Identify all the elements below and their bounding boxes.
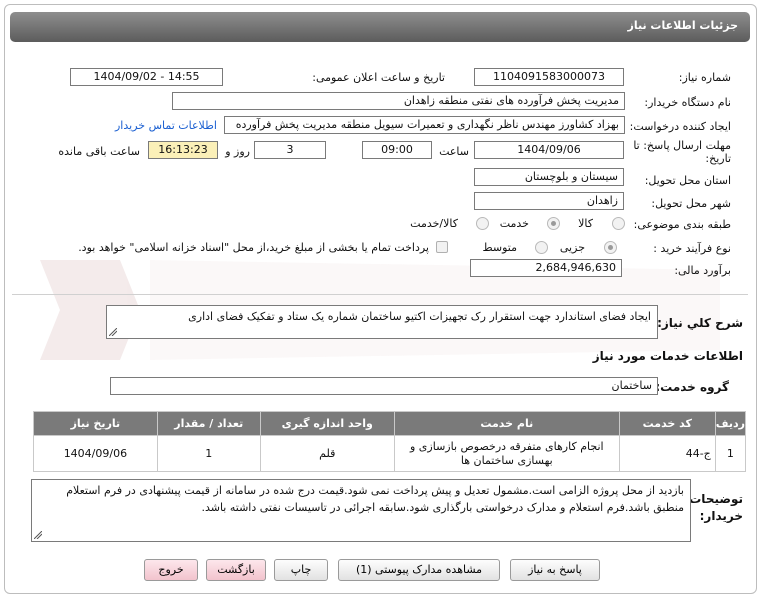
cell-row: 1 <box>714 435 747 472</box>
notes-textarea[interactable]: بازدید از محل پروژه الزامی است.مشمول تعد… <box>31 479 691 542</box>
notes-label: توضیحات <box>689 492 743 506</box>
treasury-payment-checkbox[interactable] <box>436 241 448 253</box>
process-minor-label: جزیی <box>559 241 585 254</box>
notes-label-2: خریدار: <box>699 509 743 523</box>
days-label: روز و <box>225 145 250 158</box>
summary-text: ایجاد فضای استاندارد جهت استقرار رک تجهی… <box>188 310 651 323</box>
col-row: ردیف <box>714 411 747 436</box>
buyer-contact-link[interactable]: اطلاعات تماس خریدار <box>115 119 217 132</box>
cell-quantity: 1 <box>156 435 261 472</box>
divider <box>12 294 748 295</box>
deadline-date-label: تاریخ: <box>705 152 731 165</box>
buyer-org-label: نام دستگاه خریدار: <box>644 96 731 109</box>
category-radio-goods-service[interactable] <box>476 217 489 230</box>
deadline-time-label: ساعت <box>439 145 469 158</box>
summary-label: شرح کلي نياز: <box>657 316 743 330</box>
service-group-label: گروه خدمت: <box>655 380 729 394</box>
estimate-field[interactable]: 2,684,946,630 <box>470 259 622 277</box>
need-number-field[interactable]: 1104091583000073 <box>474 68 624 86</box>
col-need-date: تاریخ نیاز <box>33 411 158 436</box>
col-service-code: کد خدمت <box>618 411 716 436</box>
summary-textarea[interactable]: ایجاد فضای استاندارد جهت استقرار رک تجهی… <box>106 305 658 339</box>
resize-grip-icon[interactable] <box>34 531 42 539</box>
cell-service-code: ج-44 <box>618 435 716 472</box>
category-label: طبقه بندی موضوعی: <box>633 218 731 231</box>
back-button[interactable]: بازگشت <box>206 559 266 581</box>
process-medium-label: متوسط <box>482 241 517 254</box>
services-table: ردیف کد خدمت نام خدمت واحد اندازه گیری ت… <box>33 411 747 472</box>
remaining-time-label: ساعت باقی مانده <box>58 145 140 158</box>
treasury-payment-note: پرداخت تمام یا بخشی از مبلغ خرید،از محل … <box>78 241 429 254</box>
process-radio-medium[interactable] <box>535 241 548 254</box>
category-service-label: خدمت <box>499 217 529 230</box>
announce-label: تاریخ و ساعت اعلان عمومی: <box>312 71 445 84</box>
exit-button[interactable]: خروج <box>144 559 198 581</box>
cell-service-name: انجام کارهای متفرقه درخصوص بازسازی و بهس… <box>393 435 620 472</box>
province-field[interactable]: سیستان و بلوچستان <box>474 168 624 186</box>
process-radio-minor[interactable] <box>604 241 617 254</box>
province-label: استان محل تحویل: <box>644 174 731 187</box>
view-attachments-button[interactable]: مشاهده مدارک پیوستی (1) <box>338 559 500 581</box>
deadline-time-field[interactable]: 09:00 <box>362 141 432 159</box>
estimate-label: برآورد مالی: <box>674 264 731 277</box>
table-header-row: ردیف کد خدمت نام خدمت واحد اندازه گیری ت… <box>33 411 747 436</box>
need-number-label: شماره نیاز: <box>678 71 731 84</box>
remaining-time-field[interactable]: 16:13:23 <box>148 141 218 159</box>
city-label: شهر محل تحویل: <box>651 197 731 210</box>
resize-grip-icon[interactable] <box>109 328 117 336</box>
city-field[interactable]: زاهدان <box>474 192 624 210</box>
creator-label: ایجاد کننده درخواست: <box>629 120 731 133</box>
days-remaining-field[interactable]: 3 <box>254 141 326 159</box>
page-title: جزئیات اطلاعات نیاز <box>627 19 739 32</box>
cell-need-date: 1404/09/06 <box>33 435 158 472</box>
col-quantity: تعداد / مقدار <box>156 411 261 436</box>
creator-field[interactable]: بهزاد کشاورز مهندس ناظر نگهداری و تعمیرا… <box>224 116 625 134</box>
services-heading: اطلاعات خدمات مورد نیاز <box>592 349 743 363</box>
col-unit: واحد اندازه گیری <box>259 411 395 436</box>
category-radio-goods[interactable] <box>612 217 625 230</box>
notes-text: بازدید از محل پروژه الزامی است.مشمول تعد… <box>66 484 684 514</box>
table-row[interactable]: 1 ج-44 انجام کارهای متفرقه درخصوص بازساز… <box>33 435 747 472</box>
category-radio-service[interactable] <box>547 217 560 230</box>
category-goods-label: کالا <box>578 217 593 230</box>
service-group-field[interactable]: ساختمان <box>110 377 658 395</box>
cell-unit: قلم <box>259 435 395 472</box>
process-label: نوع فرآیند خرید : <box>653 242 731 255</box>
deadline-label: مهلت ارسال پاسخ: تا <box>633 139 731 152</box>
buyer-org-field[interactable]: مدیریت پخش فرآورده های نفتی منطقه زاهدان <box>172 92 625 110</box>
deadline-date-field[interactable]: 1404/09/06 <box>474 141 624 159</box>
announce-field[interactable]: 1404/09/02 - 14:55 <box>70 68 223 86</box>
reply-button[interactable]: پاسخ به نیاز <box>510 559 600 581</box>
category-goods-service-label: کالا/خدمت <box>410 217 458 230</box>
print-button[interactable]: چاپ <box>274 559 328 581</box>
col-service-name: نام خدمت <box>393 411 620 436</box>
title-bar: جزئیات اطلاعات نیاز <box>10 12 750 42</box>
